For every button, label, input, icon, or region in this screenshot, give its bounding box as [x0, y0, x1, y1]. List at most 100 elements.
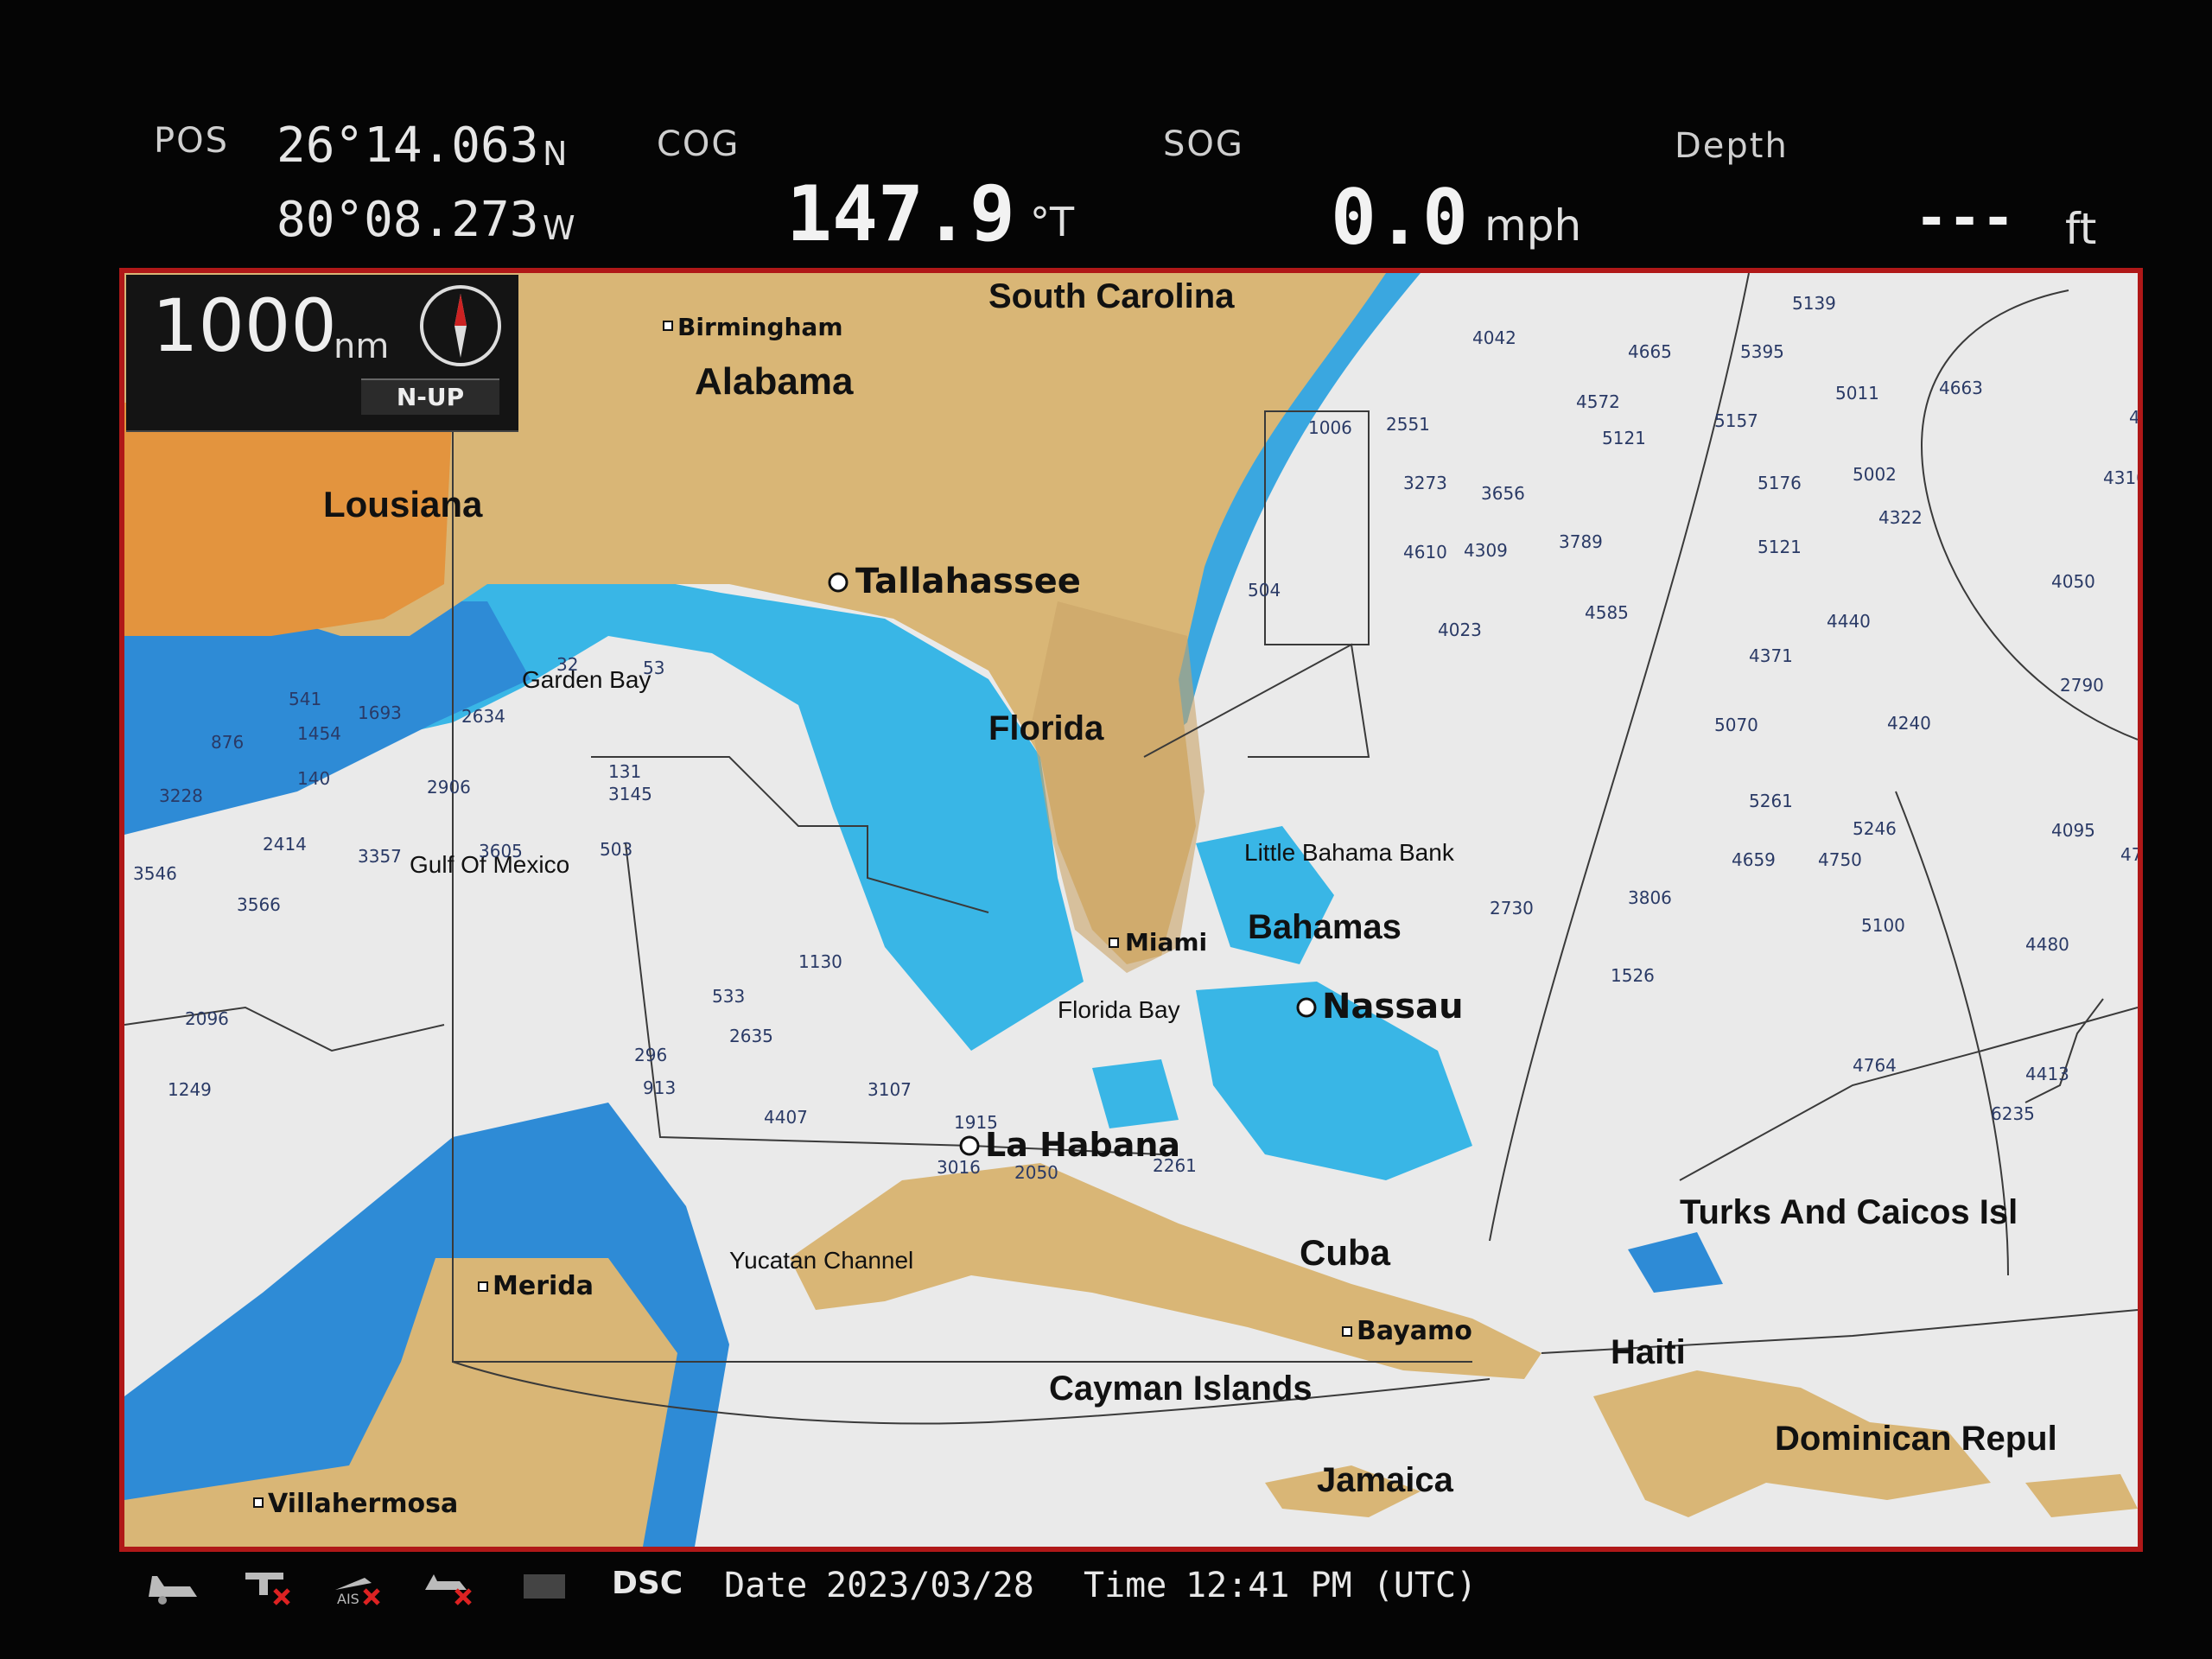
- depth-sounding: 2050: [1014, 1162, 1058, 1183]
- depth-sounding: 6235: [1991, 1103, 2035, 1124]
- boat-on-trailer-icon[interactable]: [145, 1564, 200, 1607]
- compass-icon[interactable]: [420, 285, 501, 366]
- dsc-label[interactable]: DSC: [612, 1566, 683, 1601]
- depth-sounding: 5121: [1602, 428, 1646, 448]
- depth-sounding: 4310: [2103, 467, 2138, 488]
- depth-sounding: 4342: [2129, 407, 2138, 428]
- depth-sounding: 4240: [1887, 713, 1931, 734]
- depth-sounding: 1693: [358, 702, 402, 723]
- depth-sounding: 4309: [1464, 540, 1508, 561]
- depth-sounding: 2261: [1153, 1155, 1197, 1176]
- depth-sounding: 3107: [868, 1079, 912, 1100]
- depth-sounding: 4480: [2025, 934, 2069, 955]
- depth-sounding: 296: [634, 1045, 667, 1065]
- depth-sounding: 5157: [1714, 410, 1758, 431]
- label-tallahassee: Tallahassee: [855, 562, 1081, 601]
- label-dominican-republic: Dominican Repul: [1775, 1420, 2057, 1458]
- label-florida: Florida: [988, 709, 1104, 747]
- depth-sounding: 4659: [1732, 849, 1776, 870]
- sog-value: 0.0: [1331, 173, 1468, 262]
- depth-sounding: 4665: [1628, 341, 1672, 362]
- orientation-button[interactable]: N-UP: [361, 378, 499, 415]
- depth-label: Depth: [1675, 126, 1789, 166]
- range-scale-panel[interactable]: 1000 nm N-UP: [126, 275, 518, 432]
- label-cuba: Cuba: [1300, 1232, 1391, 1273]
- label-turks-and-caicos: Turks And Caicos Isl: [1680, 1193, 2018, 1231]
- la-habana-marker: [959, 1135, 980, 1156]
- depth-sounding: 533: [712, 986, 745, 1007]
- depth-sounding: 4585: [1585, 602, 1629, 623]
- cog-label: COG: [657, 124, 741, 164]
- time-value: 12:41 PM (UTC): [1185, 1566, 1478, 1605]
- label-la-habana: La Habana: [985, 1126, 1180, 1164]
- depth-sounding: 3789: [1559, 531, 1603, 552]
- label-florida-bay: Florida Bay: [1058, 996, 1180, 1023]
- depth-sounding: 1526: [1611, 965, 1655, 986]
- label-garden-bay: Garden Bay: [522, 666, 651, 693]
- depth-sounding: 5070: [1714, 715, 1758, 735]
- date-label: Date: [724, 1566, 808, 1605]
- depth-sounding: 4050: [2051, 571, 2095, 592]
- merida-marker: [478, 1281, 488, 1292]
- label-cayman-islands: Cayman Islands: [1049, 1370, 1313, 1408]
- data-bar: POS 26°14.063 N 80°08.273 W COG 147.9 °T…: [0, 0, 2212, 276]
- depth-sounding: 5121: [1758, 537, 1802, 557]
- depth-sounding: 1130: [798, 951, 842, 972]
- label-merida: Merida: [493, 1271, 594, 1301]
- depth-sounding: 2096: [185, 1008, 229, 1029]
- depth-sounding: 913: [643, 1077, 676, 1098]
- longitude-value: 80°08.273: [276, 192, 539, 248]
- label-birmingham: Birmingham: [677, 313, 843, 341]
- nautical-chart[interactable]: South Carolina Birmingham Alabama Lousia…: [119, 268, 2143, 1552]
- date-value: 2023/03/28: [826, 1566, 1034, 1605]
- label-haiti: Haiti: [1611, 1333, 1686, 1371]
- cog-unit: °T: [1030, 199, 1075, 245]
- depth-sounding: 2635: [729, 1026, 773, 1046]
- depth-sounding: 3016: [937, 1157, 981, 1178]
- depth-sounding: 2790: [2060, 675, 2104, 696]
- range-value: 1000: [152, 283, 337, 368]
- depth-sounding: 4095: [2051, 820, 2095, 841]
- depth-sounding: 140: [297, 768, 330, 789]
- depth-sounding: 5011: [1835, 383, 1879, 404]
- sonar-icon[interactable]: [517, 1564, 572, 1607]
- label-lousiana: Lousiana: [323, 484, 483, 524]
- depth-sounding: 504: [1248, 580, 1281, 601]
- depth-sounding: 4407: [764, 1107, 808, 1128]
- depth-sounding: 2730: [1490, 898, 1534, 918]
- nassau-marker: [1296, 997, 1317, 1018]
- latitude-value: 26°14.063: [276, 118, 539, 174]
- chart-svg[interactable]: South Carolina Birmingham Alabama Lousia…: [124, 273, 2138, 1547]
- depth-sounding: 3605: [479, 841, 523, 861]
- pos-label: POS: [154, 121, 229, 161]
- depth-sounding: 541: [289, 689, 321, 709]
- villahermosa-marker: [253, 1497, 264, 1508]
- depth-sounding: 503: [600, 839, 632, 860]
- depth-sounding: 3566: [237, 894, 281, 915]
- depth-sounding: 4371: [1749, 645, 1793, 666]
- depth-sounding: 1006: [1308, 417, 1352, 438]
- depth-sounding: 1454: [297, 723, 341, 744]
- depth-sounding: 3806: [1628, 887, 1672, 908]
- depth-sounding: 2551: [1386, 414, 1430, 435]
- depth-sounding: 876: [211, 732, 244, 753]
- label-nassau: Nassau: [1322, 987, 1464, 1027]
- tallahassee-marker: [828, 572, 849, 593]
- miami-marker: [1109, 938, 1119, 948]
- label-villahermosa: Villahermosa: [268, 1489, 458, 1519]
- depth-sounding: 2906: [427, 777, 471, 798]
- depth-sounding: 4042: [1472, 327, 1516, 348]
- ais-disabled-icon[interactable]: AIS: [330, 1564, 385, 1607]
- depth-sounding: 4322: [1878, 507, 1923, 528]
- depth-sounding: 3546: [133, 863, 177, 884]
- radar-boat-disabled-icon[interactable]: [422, 1564, 477, 1607]
- cog-value: 147.9: [786, 169, 1015, 258]
- longitude-hemisphere: W: [543, 209, 575, 247]
- label-miami: Miami: [1125, 928, 1207, 957]
- time-label: Time: [1084, 1566, 1167, 1605]
- depth-sounding: 1915: [954, 1112, 998, 1133]
- depth-sounding: 5261: [1749, 791, 1793, 811]
- bayamo-marker: [1342, 1326, 1352, 1337]
- depth-sounding: 5139: [1792, 293, 1836, 314]
- gps-disabled-icon[interactable]: [240, 1564, 296, 1607]
